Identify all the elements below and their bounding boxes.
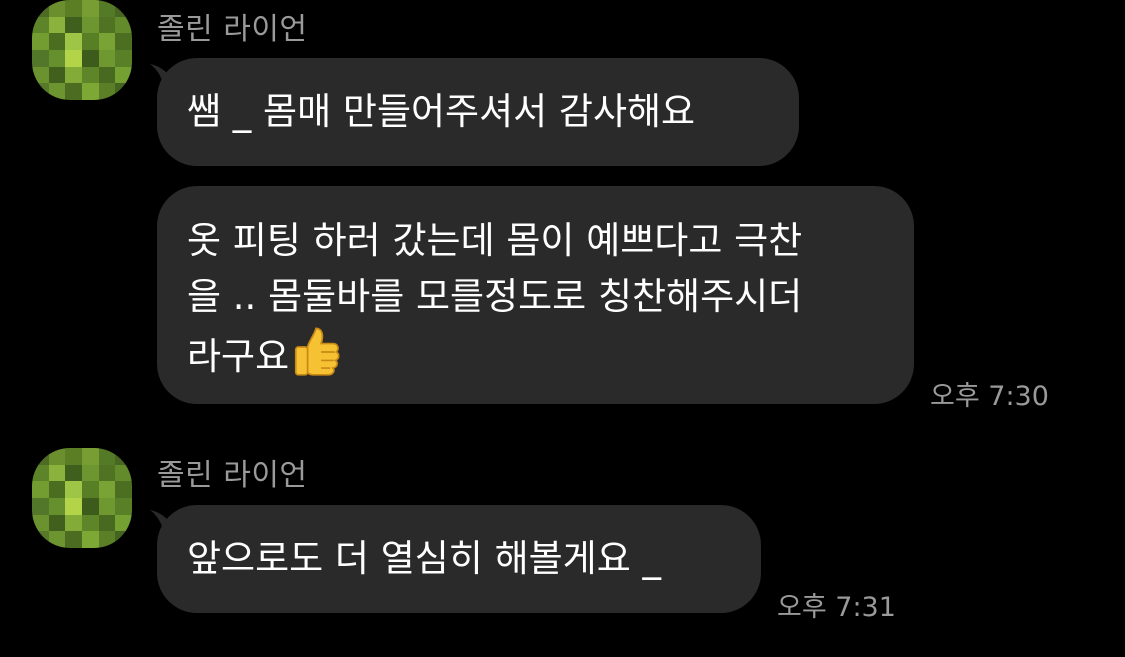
message-bubble[interactable]: 옷 피팅 하러 갔는데 몸이 예쁘다고 극찬 을 .. 몸둘바를 모를정도로 칭… xyxy=(157,186,914,404)
message-text: 쌤 _ 몸매 만들어주셔서 감사해요 xyxy=(187,90,696,133)
message-text: 라구요 xyxy=(187,335,290,378)
chat-view[interactable]: 졸린 라이언 쌤 _ 몸매 만들어주셔서 감사해요 옷 피팅 하러 갔는데 몸이… xyxy=(0,0,1125,657)
message-text-last-line: 라구요 xyxy=(187,325,884,385)
message-timestamp: 오후 7:31 xyxy=(777,592,896,623)
message-timestamp: 오후 7:30 xyxy=(930,381,1049,412)
message-bubble[interactable]: 앞으로도 더 열심히 해볼게요 _ xyxy=(157,505,761,613)
message-bubble[interactable]: 쌤 _ 몸매 만들어주셔서 감사해요 xyxy=(157,58,799,166)
thumbs-up-icon xyxy=(295,327,340,376)
message-text: 을 .. 몸둘바를 모를정도로 칭찬해주시더 xyxy=(187,275,803,318)
avatar[interactable] xyxy=(32,0,132,100)
sender-name: 졸린 라이언 xyxy=(157,12,308,47)
sender-name: 졸린 라이언 xyxy=(157,458,308,493)
avatar[interactable] xyxy=(32,448,132,548)
message-text: 옷 피팅 하러 갔는데 몸이 예쁘다고 극찬 xyxy=(187,219,803,262)
message-text: 앞으로도 더 열심히 해볼게요 _ xyxy=(187,537,662,580)
